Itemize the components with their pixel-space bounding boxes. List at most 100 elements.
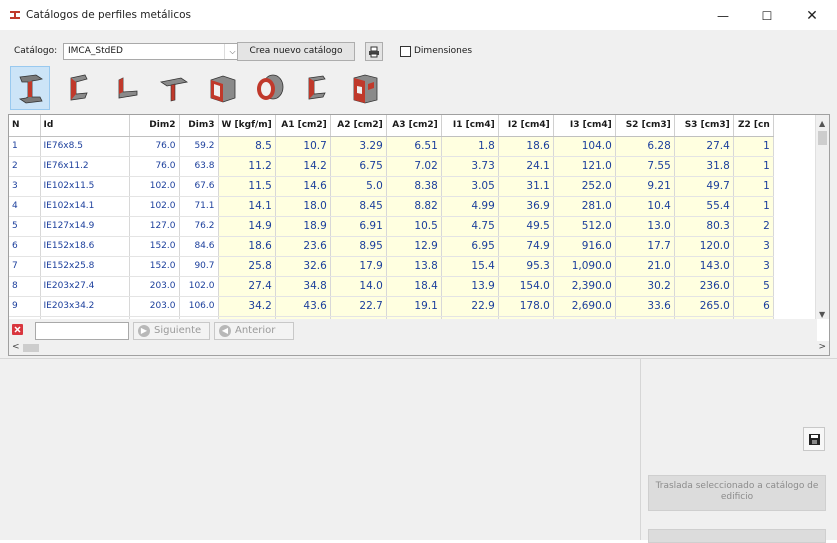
previous-button[interactable]: ◀ Anterior xyxy=(214,322,294,340)
table-cell[interactable]: 9 xyxy=(9,296,41,317)
table-cell[interactable]: 1.8 xyxy=(441,136,499,157)
table-cell[interactable]: 27.4 xyxy=(674,136,734,157)
column-header[interactable]: I1 [cm4] xyxy=(441,115,499,137)
table-cell[interactable]: 4.75 xyxy=(441,216,499,237)
table-cell[interactable]: 76.0 xyxy=(129,156,180,177)
table-cell[interactable]: 18.6 xyxy=(218,236,276,257)
table-cell[interactable]: 27.4 xyxy=(218,276,276,297)
horizontal-scroll-thumb[interactable] xyxy=(23,344,39,352)
table-cell[interactable]: 6.95 xyxy=(441,236,499,257)
column-header[interactable]: I3 [cm4] xyxy=(553,115,616,137)
table-cell[interactable]: 6.28 xyxy=(615,136,675,157)
table-cell[interactable]: 24.1 xyxy=(498,156,554,177)
table-cell[interactable]: 143.0 xyxy=(674,256,734,277)
table-cell[interactable]: 74.9 xyxy=(498,236,554,257)
next-button[interactable]: ▶ Siguiente xyxy=(133,322,210,340)
save-button[interactable] xyxy=(803,427,825,451)
table-cell[interactable]: 2 xyxy=(733,216,774,237)
create-catalog-button[interactable]: Crea nuevo catálogo xyxy=(237,42,355,61)
profile-circular-hollow-button[interactable] xyxy=(250,66,290,110)
table-cell[interactable]: 21.0 xyxy=(615,256,675,277)
table-cell[interactable]: IE203x27.4 xyxy=(40,276,130,297)
table-cell[interactable]: 8.95 xyxy=(330,236,387,257)
table-cell[interactable]: 1 xyxy=(9,136,41,157)
table-cell[interactable]: 13.8 xyxy=(386,256,442,277)
column-header[interactable]: I2 [cm4] xyxy=(498,115,554,137)
table-cell[interactable]: 59.2 xyxy=(179,136,219,157)
table-cell[interactable]: 14.9 xyxy=(218,216,276,237)
table-cell[interactable]: 2,390.0 xyxy=(553,276,616,297)
table-cell[interactable]: 8.45 xyxy=(330,196,387,217)
table-cell[interactable]: 33.6 xyxy=(615,296,675,317)
table-cell[interactable]: 17.7 xyxy=(615,236,675,257)
table-cell[interactable]: 22.9 xyxy=(441,296,499,317)
table-cell[interactable]: 34.8 xyxy=(275,276,331,297)
table-cell[interactable]: 120.0 xyxy=(674,236,734,257)
profile-double-channel-button[interactable] xyxy=(298,66,338,110)
table-cell[interactable]: 25.8 xyxy=(218,256,276,277)
table-cell[interactable]: 71.1 xyxy=(179,196,219,217)
table-cell[interactable]: 916.0 xyxy=(553,236,616,257)
table-cell[interactable]: 1 xyxy=(733,156,774,177)
table-cell[interactable]: 512.0 xyxy=(553,216,616,237)
scroll-left-icon[interactable]: < xyxy=(12,342,20,352)
table-row[interactable]: 1 IE76x8.5 76.0 59.2 8.5 10.7 3.29 6.51 1.8 18.6 1… xyxy=(9,136,774,157)
table-cell[interactable]: 121.0 xyxy=(553,156,616,177)
table-cell[interactable]: IE152x25.8 xyxy=(40,256,130,277)
table-cell[interactable]: 14.0 xyxy=(330,276,387,297)
table-cell[interactable]: 6.75 xyxy=(330,156,387,177)
table-cell[interactable]: 9.21 xyxy=(615,176,675,197)
table-cell[interactable]: 7 xyxy=(9,256,41,277)
table-cell[interactable]: 178.0 xyxy=(498,296,554,317)
table-row[interactable]: 7 IE152x25.8 152.0 90.7 25.8 32.6 17.9 13.8 15.4… xyxy=(9,256,774,277)
table-cell[interactable]: 102.0 xyxy=(129,196,180,217)
table-cell[interactable]: 6.51 xyxy=(386,136,442,157)
table-cell[interactable]: 7.55 xyxy=(615,156,675,177)
table-cell[interactable]: 152.0 xyxy=(129,236,180,257)
table-cell[interactable]: IE152x18.6 xyxy=(40,236,130,257)
table-cell[interactable]: IE127x14.9 xyxy=(40,216,130,237)
table-row[interactable]: 4 IE102x14.1 102.0 71.1 14.1 18.0 8.45 8.82 4.99… xyxy=(9,196,774,217)
table-row[interactable]: 8 IE203x27.4 203.0 102.0 27.4 34.8 14.0 18.4 13.… xyxy=(9,276,774,297)
table-cell[interactable]: 31.1 xyxy=(498,176,554,197)
table-cell[interactable]: 12.9 xyxy=(386,236,442,257)
table-cell[interactable]: 102.0 xyxy=(179,276,219,297)
table-cell[interactable]: 127.0 xyxy=(129,216,180,237)
table-cell[interactable]: 55.4 xyxy=(674,196,734,217)
table-cell[interactable]: 22.7 xyxy=(330,296,387,317)
table-cell[interactable]: 5 xyxy=(733,276,774,297)
table-cell[interactable]: 76.0 xyxy=(129,136,180,157)
table-row[interactable]: 2 IE76x11.2 76.0 63.8 11.2 14.2 6.75 7.02 3.73 24… xyxy=(9,156,774,177)
table-cell[interactable]: 49.5 xyxy=(498,216,554,237)
table-cell[interactable]: 6 xyxy=(9,236,41,257)
table-cell[interactable]: 106.0 xyxy=(179,296,219,317)
vertical-scroll-thumb[interactable] xyxy=(818,131,827,145)
table-cell[interactable]: 1 xyxy=(733,136,774,157)
table-cell[interactable]: IE102x11.5 xyxy=(40,176,130,197)
table-cell[interactable]: 6.91 xyxy=(330,216,387,237)
table-cell[interactable]: 1 xyxy=(733,196,774,217)
table-cell[interactable]: 3 xyxy=(733,236,774,257)
table-cell[interactable]: 4.99 xyxy=(441,196,499,217)
column-header[interactable]: Id xyxy=(40,115,130,137)
table-cell[interactable]: 15.4 xyxy=(441,256,499,277)
transfer-to-building-catalog-button[interactable]: Traslada seleccionado a catálogo de edif… xyxy=(648,475,826,511)
profile-rect-hollow-button[interactable] xyxy=(202,66,242,110)
table-cell[interactable]: 8.5 xyxy=(218,136,276,157)
table-cell[interactable]: 11.5 xyxy=(218,176,276,197)
table-cell[interactable]: 102.0 xyxy=(129,176,180,197)
table-cell[interactable]: 8 xyxy=(9,276,41,297)
table-row[interactable]: 6 IE152x18.6 152.0 84.6 18.6 23.6 8.95 12.9 6.95… xyxy=(9,236,774,257)
table-cell[interactable]: 49.7 xyxy=(674,176,734,197)
table-cell[interactable]: 43.6 xyxy=(275,296,331,317)
table-cell[interactable]: 14.6 xyxy=(275,176,331,197)
panel-button[interactable] xyxy=(648,529,826,543)
table-cell[interactable]: 2,690.0 xyxy=(553,296,616,317)
table-row[interactable]: 5 IE127x14.9 127.0 76.2 14.9 18.9 6.91 10.5 4.75… xyxy=(9,216,774,237)
table-cell[interactable]: 3.05 xyxy=(441,176,499,197)
profile-built-up-button[interactable] xyxy=(346,66,386,110)
clear-search-icon[interactable] xyxy=(12,324,23,335)
table-cell[interactable]: 32.6 xyxy=(275,256,331,277)
table-cell[interactable]: 18.0 xyxy=(275,196,331,217)
column-header[interactable]: A2 [cm2] xyxy=(330,115,387,137)
